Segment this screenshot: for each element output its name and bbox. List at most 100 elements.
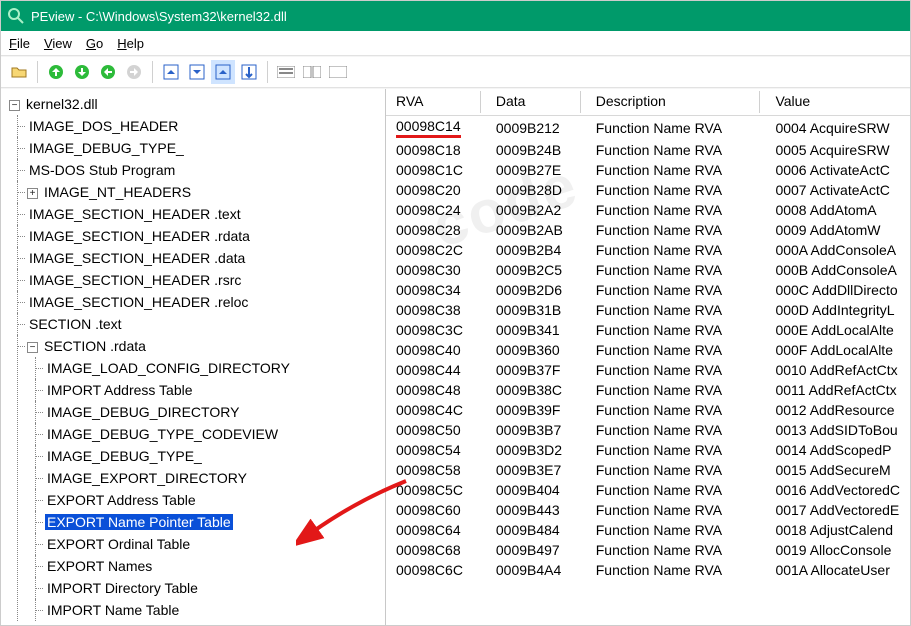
page-down-button[interactable]	[237, 60, 261, 84]
cell-data: 0009B484	[486, 520, 586, 540]
cell-desc: Function Name RVA	[586, 500, 766, 520]
cell-value: 001A AllocateUser	[765, 560, 910, 580]
title-bar[interactable]: PEview - C:\Windows\System32\kernel32.dl…	[1, 1, 910, 31]
cell-rva: 00098C54	[386, 440, 486, 460]
table-row[interactable]: 00098C540009B3D2Function Name RVA0014 Ad…	[386, 440, 910, 460]
table-row[interactable]: 00098C580009B3E7Function Name RVA0015 Ad…	[386, 460, 910, 480]
table-row[interactable]: 00098C380009B31BFunction Name RVA000D Ad…	[386, 300, 910, 320]
tree-node[interactable]: IMAGE_EXPORT_DIRECTORY	[45, 470, 249, 486]
tree-node[interactable]: IMAGE_SECTION_HEADER .text	[27, 206, 243, 222]
table-row[interactable]: 00098C280009B2ABFunction Name RVA0009 Ad…	[386, 220, 910, 240]
data-pane[interactable]: RVA Data Description Value 00098C140009B…	[386, 89, 910, 626]
page-up-button[interactable]	[211, 60, 235, 84]
tree-node[interactable]: IMAGE_DEBUG_TYPE_	[45, 448, 204, 464]
tree-node[interactable]: SECTION .rdata	[42, 338, 148, 354]
expand-button[interactable]	[185, 60, 209, 84]
cell-desc: Function Name RVA	[586, 320, 766, 340]
table-row[interactable]: 00098C2C0009B2B4Function Name RVA000A Ad…	[386, 240, 910, 260]
col-desc-header[interactable]: Description	[596, 93, 666, 109]
tree-node[interactable]: EXPORT Name Pointer Table	[45, 514, 233, 530]
cell-value: 0015 AddSecureM	[765, 460, 910, 480]
table-row[interactable]: 00098C240009B2A2Function Name RVA0008 Ad…	[386, 200, 910, 220]
menu-bar: File View Go Help	[1, 31, 910, 55]
col-rva-header[interactable]: RVA	[396, 93, 424, 109]
tree-node[interactable]: IMAGE_SECTION_HEADER .rdata	[27, 228, 252, 244]
cell-value: 000B AddConsoleA	[765, 260, 910, 280]
table-row[interactable]: 00098C3C0009B341Function Name RVA000E Ad…	[386, 320, 910, 340]
collapse-button[interactable]	[159, 60, 183, 84]
tree-node[interactable]: IMPORT Directory Table	[45, 580, 200, 596]
table-row[interactable]: 00098C6C0009B4A4Function Name RVA001A Al…	[386, 560, 910, 580]
cell-desc: Function Name RVA	[586, 440, 766, 460]
tree-node[interactable]: EXPORT Ordinal Table	[45, 536, 192, 552]
table-row[interactable]: 00098C140009B212Function Name RVA0004 Ac…	[386, 116, 910, 141]
tree-node[interactable]: IMAGE_SECTION_HEADER .data	[27, 250, 247, 266]
table-header-row[interactable]: RVA Data Description Value	[386, 89, 910, 116]
cell-value: 0006 ActivateActC	[765, 160, 910, 180]
tree-node[interactable]: MS-DOS Stub Program	[27, 162, 177, 178]
nav-forward-button[interactable]	[122, 60, 146, 84]
table-row[interactable]: 00098C180009B24BFunction Name RVA0005 Ac…	[386, 140, 910, 160]
view-single-button[interactable]	[326, 60, 350, 84]
tree-node[interactable]: IMPORT Name Table	[45, 602, 181, 618]
tree-pane[interactable]: −kernel32.dllIMAGE_DOS_HEADERIMAGE_DEBUG…	[1, 89, 386, 626]
col-data-header[interactable]: Data	[496, 93, 526, 109]
nav-back-button[interactable]	[96, 60, 120, 84]
table-row[interactable]: 00098C480009B38CFunction Name RVA0011 Ad…	[386, 380, 910, 400]
separator-icon	[267, 61, 268, 83]
menu-help[interactable]: Help	[117, 36, 144, 51]
tree-node[interactable]: EXPORT Address Table	[45, 492, 198, 508]
tree-node[interactable]: IMAGE_DOS_HEADER	[27, 118, 180, 134]
expander-icon[interactable]: +	[27, 188, 38, 199]
cell-data: 0009B2AB	[486, 220, 586, 240]
table-row[interactable]: 00098C600009B443Function Name RVA0017 Ad…	[386, 500, 910, 520]
table-row[interactable]: 00098C200009B28DFunction Name RVA0007 Ac…	[386, 180, 910, 200]
table-row[interactable]: 00098C400009B360Function Name RVA000F Ad…	[386, 340, 910, 360]
tree-node[interactable]: SECTION .text	[27, 316, 124, 332]
tree-node[interactable]: IMAGE_DEBUG_TYPE_	[27, 140, 186, 156]
table-row[interactable]: 00098C440009B37FFunction Name RVA0010 Ad…	[386, 360, 910, 380]
cell-data: 0009B37F	[486, 360, 586, 380]
menu-go[interactable]: Go	[86, 36, 103, 51]
table-row[interactable]: 00098C4C0009B39FFunction Name RVA0012 Ad…	[386, 400, 910, 420]
tree-node[interactable]: IMPORT Address Table	[45, 382, 195, 398]
col-value-header[interactable]: Value	[775, 93, 810, 109]
cell-data: 0009B28D	[486, 180, 586, 200]
open-button[interactable]	[7, 60, 31, 84]
menu-file[interactable]: File	[9, 36, 30, 51]
tree-node[interactable]: IMAGE_NT_HEADERS	[42, 184, 193, 200]
cell-data: 0009B404	[486, 480, 586, 500]
cell-desc: Function Name RVA	[586, 280, 766, 300]
expander-icon[interactable]: −	[27, 342, 38, 353]
nav-down-button[interactable]	[70, 60, 94, 84]
tree-node[interactable]: IMAGE_DEBUG_TYPE_CODEVIEW	[45, 426, 280, 442]
cell-value: 0007 ActivateActC	[765, 180, 910, 200]
table-row[interactable]: 00098C300009B2C5Function Name RVA000B Ad…	[386, 260, 910, 280]
table-row[interactable]: 00098C500009B3B7Function Name RVA0013 Ad…	[386, 420, 910, 440]
cell-desc: Function Name RVA	[586, 400, 766, 420]
table-row[interactable]: 00098C640009B484Function Name RVA0018 Ad…	[386, 520, 910, 540]
nav-up-button[interactable]	[44, 60, 68, 84]
tree-root-node[interactable]: kernel32.dll	[24, 96, 100, 112]
tree-node[interactable]: IMAGE_DEBUG_DIRECTORY	[45, 404, 241, 420]
cell-value: 0018 AdjustCalend	[765, 520, 910, 540]
cell-desc: Function Name RVA	[586, 540, 766, 560]
data-table: RVA Data Description Value 00098C140009B…	[386, 89, 910, 580]
table-row[interactable]: 00098C5C0009B404Function Name RVA0016 Ad…	[386, 480, 910, 500]
menu-view[interactable]: View	[44, 36, 72, 51]
view-hex-button[interactable]	[274, 60, 298, 84]
expander-icon[interactable]: −	[9, 100, 20, 111]
table-row[interactable]: 00098C1C0009B27EFunction Name RVA0006 Ac…	[386, 160, 910, 180]
cell-value: 0009 AddAtomW	[765, 220, 910, 240]
tree-node[interactable]: IMAGE_SECTION_HEADER .rsrc	[27, 272, 243, 288]
cell-desc: Function Name RVA	[586, 220, 766, 240]
view-split-button[interactable]	[300, 60, 324, 84]
cell-desc: Function Name RVA	[586, 420, 766, 440]
table-row[interactable]: 00098C680009B497Function Name RVA0019 Al…	[386, 540, 910, 560]
cell-data: 0009B27E	[486, 160, 586, 180]
table-row[interactable]: 00098C340009B2D6Function Name RVA000C Ad…	[386, 280, 910, 300]
tree-node[interactable]: IMAGE_SECTION_HEADER .reloc	[27, 294, 250, 310]
tree-node[interactable]: IMAGE_LOAD_CONFIG_DIRECTORY	[45, 360, 292, 376]
cell-rva: 00098C18	[386, 140, 486, 160]
tree-node[interactable]: EXPORT Names	[45, 558, 154, 574]
